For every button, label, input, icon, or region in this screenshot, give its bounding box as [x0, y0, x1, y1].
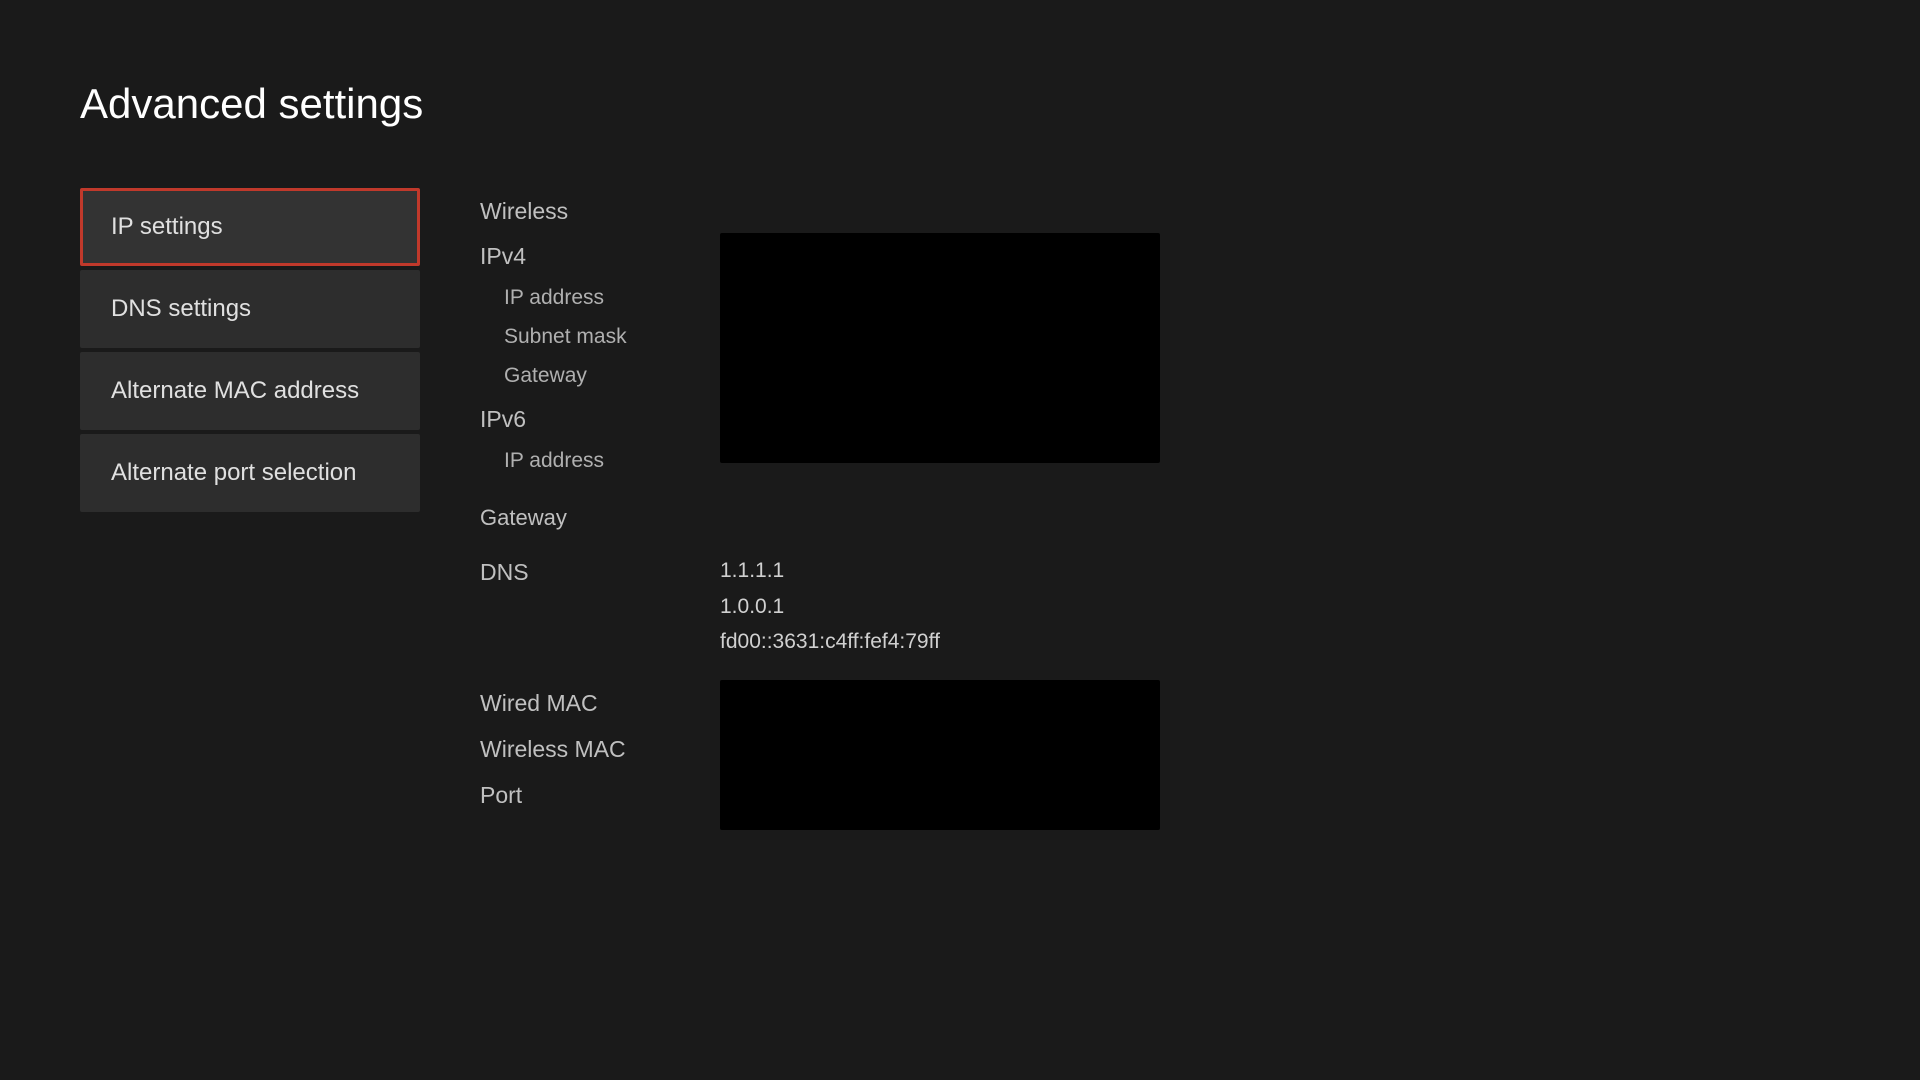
ipv6-ip-address-label: IP address: [480, 442, 700, 481]
dns-value-1: 1.1.1.1: [720, 553, 940, 589]
content-area: IP settings DNS settings Alternate MAC a…: [80, 188, 1840, 830]
dns-value-3: fd00::3631:c4ff:fef4:79ff: [720, 624, 940, 660]
mac-black-box: [720, 680, 1160, 830]
ipv4-ipv6-labels: IPv4 IP address Subnet mask Gateway IPv6…: [480, 233, 700, 539]
page-title: Advanced settings: [80, 80, 1840, 128]
sidebar-item-dns-settings[interactable]: DNS settings: [80, 270, 420, 348]
dns-label: DNS: [480, 559, 529, 585]
ipv4-ip-address-label: IP address: [480, 279, 700, 318]
ipv-black-box: [720, 233, 1160, 463]
mac-port-section: Wired MAC Wireless MAC Port: [480, 680, 1840, 830]
sidebar: IP settings DNS settings Alternate MAC a…: [80, 188, 420, 830]
sidebar-item-ip-settings[interactable]: IP settings: [80, 188, 420, 266]
dns-values: 1.1.1.1 1.0.0.1 fd00::3631:c4ff:fef4:79f…: [720, 549, 940, 664]
ipv4-ipv6-section: IPv4 IP address Subnet mask Gateway IPv6…: [480, 233, 1840, 539]
ipv-black-box-container: [720, 233, 1840, 463]
dns-label-col: DNS: [480, 549, 700, 595]
page-container: Advanced settings IP settings DNS settin…: [0, 0, 1920, 890]
dns-value-2: 1.0.0.1: [720, 589, 940, 625]
port-label: Port: [480, 772, 700, 818]
ipv4-header: IPv4: [480, 233, 700, 279]
mac-labels-col: Wired MAC Wireless MAC Port: [480, 680, 700, 818]
sidebar-item-alternate-mac[interactable]: Alternate MAC address: [80, 352, 420, 430]
main-content: Wireless IPv4 IP address Subnet mask Gat…: [480, 188, 1840, 830]
ipv6-gateway-label: Gateway: [480, 498, 700, 539]
wireless-label: Wireless: [480, 198, 1840, 225]
ipv6-header: IPv6: [480, 396, 700, 442]
dns-section: DNS 1.1.1.1 1.0.0.1 fd00::3631:c4ff:fef4…: [480, 549, 1840, 664]
mac-black-box-container: [720, 680, 1840, 830]
wireless-mac-label: Wireless MAC: [480, 726, 700, 772]
wired-mac-label: Wired MAC: [480, 680, 700, 726]
ipv4-subnet-mask-label: Subnet mask: [480, 318, 700, 357]
ipv4-gateway-label: Gateway: [480, 357, 700, 396]
sidebar-item-alternate-port[interactable]: Alternate port selection: [80, 434, 420, 512]
wireless-section: Wireless: [480, 198, 1840, 225]
